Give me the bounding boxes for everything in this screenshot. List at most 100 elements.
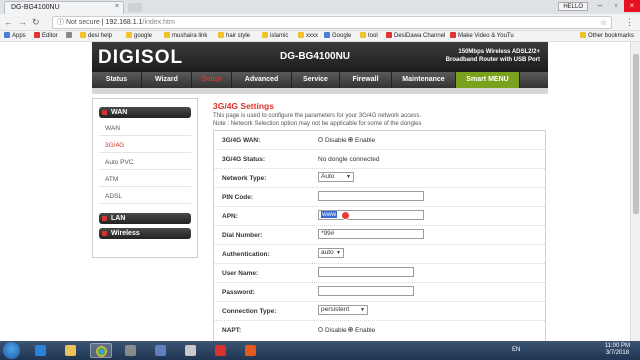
taskbar-app-6[interactable]: [180, 343, 202, 358]
taskbar-app-7[interactable]: [210, 343, 232, 358]
taskbar-app-8[interactable]: [240, 343, 262, 358]
sidebar-item-wan[interactable]: WAN: [99, 121, 191, 136]
nav-smart-menu[interactable]: Smart MENU: [456, 72, 520, 88]
bookmark-icon: [4, 32, 10, 38]
taskbar-app-4[interactable]: [120, 343, 142, 358]
bookmark-blank[interactable]: [66, 32, 74, 39]
bookmark-star-icon[interactable]: ☆: [600, 17, 607, 28]
click-indicator-icon: [341, 211, 350, 220]
settings-form: 3G/4G WAN: Disable Enable 3G/4G Status: …: [213, 130, 546, 341]
row-dial: Dial Number: *99#: [214, 226, 545, 245]
app-icon: [215, 345, 226, 356]
bookmark-make-video[interactable]: Make Video & YouTu: [450, 32, 514, 39]
nav-maintenance[interactable]: Maintenance: [392, 72, 456, 88]
wan-disable-radio[interactable]: Disable: [318, 137, 347, 144]
bookmark-tool[interactable]: tool: [360, 32, 378, 39]
sidebar-group-wan[interactable]: WAN: [99, 107, 191, 118]
sidebar-group-lan[interactable]: LAN: [99, 213, 191, 224]
maximize-icon[interactable]: ▫: [608, 0, 624, 12]
row-pin: PIN Code:: [214, 188, 545, 207]
browser-toolbar: ← → ↻ ⓘ Not secure | 192.168.1.1/index.h…: [0, 14, 640, 31]
chevron-down-icon: ▼: [360, 307, 365, 313]
bookmark-icon: [386, 32, 392, 38]
row-password: Password:: [214, 283, 545, 302]
network-type-select[interactable]: Auto ▼: [318, 172, 354, 182]
minimize-icon[interactable]: –: [592, 0, 608, 12]
reload-icon[interactable]: ↻: [32, 17, 40, 28]
start-button[interactable]: [3, 342, 20, 359]
taskbar-app-5[interactable]: [150, 343, 172, 358]
password-input[interactable]: [318, 286, 414, 296]
napt-enable-radio[interactable]: Enable: [348, 327, 375, 334]
system-clock[interactable]: 11:00 PM 3/7/2018: [605, 343, 630, 357]
apn-input[interactable]: www: [318, 210, 424, 220]
page-scrollbar[interactable]: [630, 42, 640, 341]
chevron-down-icon: ▼: [346, 174, 351, 180]
bookmark-other[interactable]: Other bookmarks: [580, 32, 634, 39]
app-icon: [185, 345, 196, 356]
bookmark-icon: [324, 32, 330, 38]
router-page: DIGISOL DG-BG4100NU 150Mbps Wireless ADS…: [0, 42, 630, 341]
pin-code-input[interactable]: [318, 191, 424, 201]
bookmark-editor[interactable]: Editor: [34, 32, 58, 39]
bookmarks-bar: Apps Editor desi help google mushaira li…: [0, 31, 640, 42]
bookmark-desi-help[interactable]: desi help: [80, 32, 112, 39]
back-icon[interactable]: ←: [4, 17, 13, 27]
connection-type-select[interactable]: persistent ▼: [318, 305, 368, 315]
row-auth: Authentication: auto ▼: [214, 245, 545, 264]
router-header: DIGISOL DG-BG4100NU 150Mbps Wireless ADS…: [92, 42, 548, 72]
taskbar-chrome[interactable]: [90, 343, 112, 358]
wan-enable-radio[interactable]: Enable: [348, 137, 375, 144]
sidebar-item-3g4g[interactable]: 3G/4G: [99, 138, 191, 153]
scrollbar-thumb[interactable]: [633, 54, 639, 214]
bookmark-icon: [262, 32, 268, 38]
profile-button[interactable]: HELLO: [558, 2, 588, 11]
address-bar[interactable]: ⓘ Not secure | 192.168.1.1/index.htm ☆: [52, 16, 612, 29]
bookmark-icon: [218, 32, 224, 38]
bookmark-desidawa[interactable]: DesiDawa Channel: [386, 32, 445, 39]
app-icon: [125, 345, 136, 356]
tab-close-icon[interactable]: ×: [115, 3, 119, 10]
row-status: 3G/4G Status: No dongle connected: [214, 150, 545, 169]
bookmark-islamic[interactable]: islamic: [262, 32, 288, 39]
bookmark-icon: [298, 32, 304, 38]
bookmark-hair-style[interactable]: hair style: [218, 32, 250, 39]
row-network-type: Network Type: Auto ▼: [214, 169, 545, 188]
row-user: User Name:: [214, 264, 545, 283]
authentication-select[interactable]: auto ▼: [318, 248, 344, 258]
sidebar-group-wireless[interactable]: Wireless: [99, 228, 191, 239]
bookmark-mushaira[interactable]: mushaira link: [164, 32, 207, 39]
bookmark-icon: [360, 32, 366, 38]
ie-icon: [35, 345, 46, 356]
row-napt: NAPT: Disable Enable: [222, 327, 376, 334]
sidebar-item-atm[interactable]: ATM: [99, 172, 191, 187]
nav-firewall[interactable]: Firewall: [340, 72, 392, 88]
menu-icon[interactable]: ⋮: [625, 17, 634, 28]
not-secure-label[interactable]: ⓘ Not secure: [57, 19, 100, 26]
media-icon: [155, 345, 166, 356]
close-window-icon[interactable]: ×: [624, 0, 640, 12]
browser-tab[interactable]: DG-BG4100NU ×: [4, 1, 124, 14]
new-tab-button[interactable]: [128, 3, 142, 12]
nav-wizard[interactable]: Wizard: [142, 72, 192, 88]
nav-advanced[interactable]: Advanced: [232, 72, 292, 88]
url-host: 192.168.1.1: [105, 19, 143, 26]
sidebar-item-adsl[interactable]: ADSL: [99, 189, 191, 204]
bookmark-google[interactable]: Google: [324, 32, 351, 39]
router-model: DG-BG4100NU: [280, 51, 351, 62]
taskbar-ie[interactable]: [30, 343, 52, 358]
sidebar-item-auto-pvc[interactable]: Auto PVC: [99, 155, 191, 170]
language-indicator[interactable]: EN: [512, 347, 520, 353]
nav-status[interactable]: Status: [92, 72, 142, 88]
forward-icon[interactable]: →: [18, 17, 27, 27]
taskbar-explorer[interactable]: [60, 343, 82, 358]
bookmark-xxxx[interactable]: xxxx: [298, 32, 318, 39]
napt-disable-radio[interactable]: Disable: [318, 327, 347, 334]
bookmark-google-folder[interactable]: google: [126, 32, 152, 39]
nav-setup[interactable]: Setup: [192, 72, 232, 88]
dial-number-input[interactable]: *99#: [318, 229, 424, 239]
user-name-input[interactable]: [318, 267, 414, 277]
bookmark-apps[interactable]: Apps: [4, 32, 26, 39]
bookmark-icon: [66, 32, 72, 38]
nav-service[interactable]: Service: [292, 72, 340, 88]
